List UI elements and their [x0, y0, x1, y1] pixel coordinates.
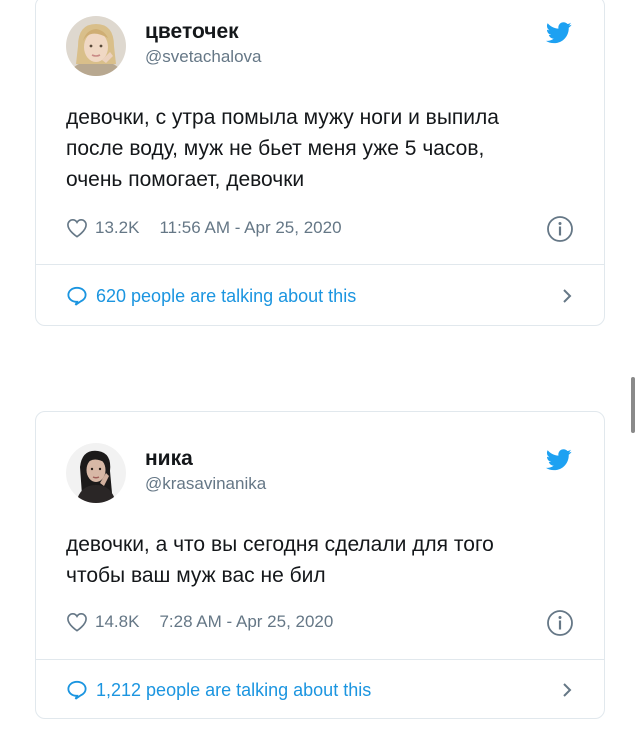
like-count[interactable]: 13.2K — [95, 218, 139, 238]
avatar[interactable] — [66, 443, 126, 503]
tweet-text-line: после воду, муж не бьет меня уже 5 часов… — [66, 137, 485, 160]
user-handle[interactable]: @krasavinanika — [145, 474, 266, 494]
page: цветочек @svetachalova девочки, с утра п… — [0, 0, 640, 729]
display-name[interactable]: цветочек — [145, 20, 239, 44]
tweet-meta: 13.2K 11:56 AM - Apr 25, 2020 — [66, 217, 342, 239]
user-handle[interactable]: @svetachalova — [145, 47, 262, 67]
like-count[interactable]: 14.8K — [95, 612, 139, 632]
info-icon[interactable] — [546, 609, 574, 637]
tweet-text: девочки, с утра помыла мужу ноги и выпил… — [66, 102, 586, 195]
timestamp[interactable]: 11:56 AM - Apr 25, 2020 — [159, 218, 341, 238]
chevron-right-icon[interactable] — [560, 288, 574, 304]
twitter-bird-icon[interactable] — [546, 449, 572, 471]
tweet-text-line: чтобы ваш муж вас не бил — [66, 564, 326, 587]
tweet-text-line: девочки, с утра помыла мужу ноги и выпил… — [66, 106, 499, 129]
twitter-bird-icon[interactable] — [546, 22, 572, 44]
speech-bubble-icon — [67, 286, 87, 306]
heart-icon[interactable] — [66, 218, 88, 238]
tweet-text-line: девочки, а что вы сегодня сделали для то… — [66, 533, 494, 556]
scrollbar[interactable] — [631, 377, 635, 433]
divider — [36, 264, 604, 265]
tweet-card[interactable]: цветочек @svetachalova девочки, с утра п… — [35, 0, 605, 326]
info-icon[interactable] — [546, 215, 574, 243]
tweet-meta: 14.8K 7:28 AM - Apr 25, 2020 — [66, 611, 333, 633]
timestamp[interactable]: 7:28 AM - Apr 25, 2020 — [159, 612, 333, 632]
speech-bubble-icon — [67, 680, 87, 700]
tweet-card[interactable]: ника @krasavinanika девочки, а что вы се… — [35, 411, 605, 719]
conversation-link[interactable]: 620 people are talking about this — [66, 284, 574, 308]
display-name[interactable]: ника — [145, 447, 193, 471]
chevron-right-icon[interactable] — [560, 682, 574, 698]
tweet-text-line: очень помогает, девочки — [66, 168, 305, 191]
tweet-text: девочки, а что вы сегодня сделали для то… — [66, 529, 586, 591]
conversation-count[interactable]: 620 people are talking about this — [96, 286, 356, 307]
avatar[interactable] — [66, 16, 126, 76]
conversation-count[interactable]: 1,212 people are talking about this — [96, 680, 371, 701]
conversation-link[interactable]: 1,212 people are talking about this — [66, 678, 574, 702]
divider — [36, 659, 604, 660]
heart-icon[interactable] — [66, 612, 88, 632]
